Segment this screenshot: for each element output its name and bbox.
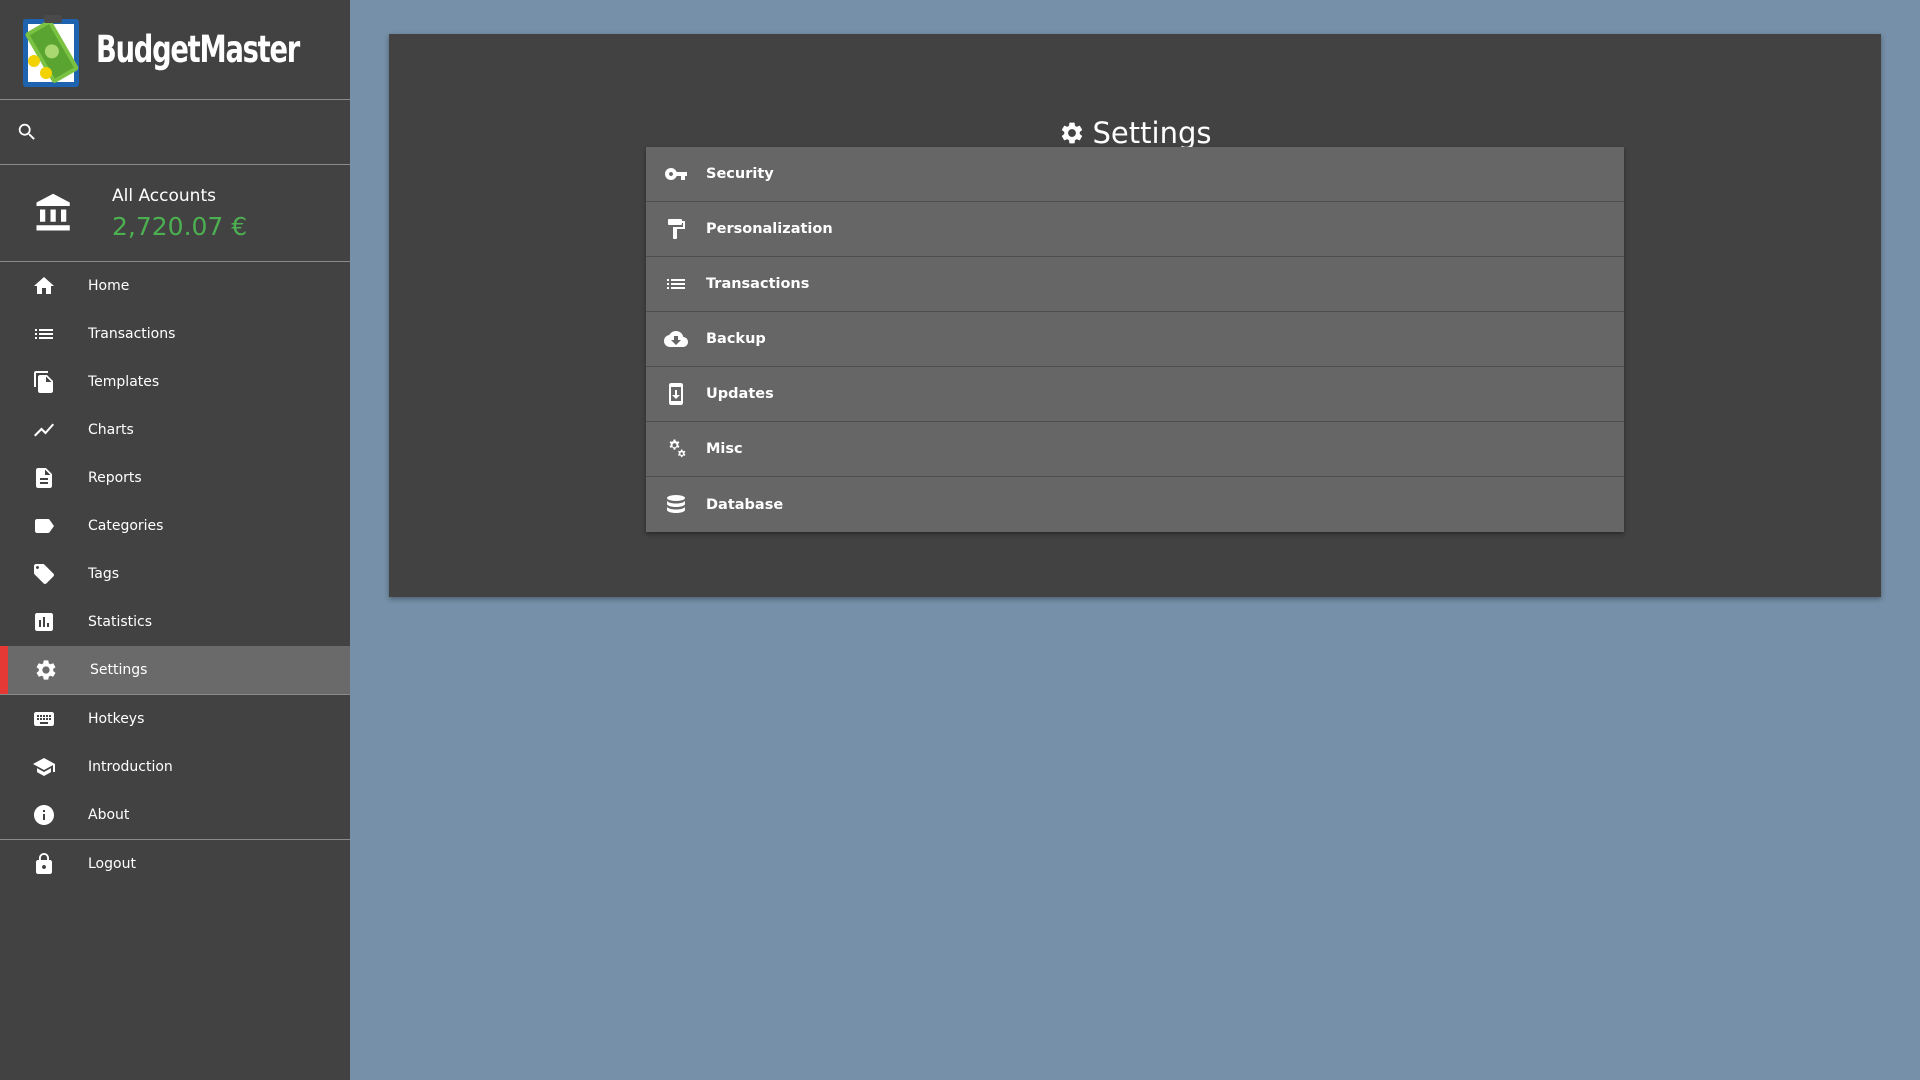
settings-card: Settings Security Personalization Transa… — [389, 34, 1881, 597]
label-icon — [32, 514, 56, 538]
sidebar-item-home[interactable]: Home — [0, 262, 350, 310]
settings-item-security[interactable]: Security — [646, 147, 1624, 202]
account-balance: 2,720.07 € — [112, 211, 248, 241]
search-input[interactable] — [48, 111, 336, 153]
system-update-icon — [664, 382, 688, 406]
sidebar-item-label: Reports — [88, 470, 142, 486]
sidebar-item-statistics[interactable]: Statistics — [0, 598, 350, 646]
sidebar-item-logout[interactable]: Logout — [0, 840, 350, 888]
school-icon — [32, 755, 56, 779]
search-bar — [0, 100, 350, 165]
sidebar-item-label: Logout — [88, 856, 136, 872]
list-icon — [32, 322, 56, 346]
settings-item-database[interactable]: Database — [646, 477, 1624, 532]
sidebar-item-label: Categories — [88, 518, 164, 534]
sidebar-item-settings[interactable]: Settings — [0, 646, 350, 694]
gear-icon — [1059, 120, 1085, 146]
key-icon — [664, 162, 688, 186]
sidebar-item-label: Home — [88, 278, 130, 294]
bank-icon — [33, 192, 75, 234]
sidebar-item-tags[interactable]: Tags — [0, 550, 350, 598]
tag-icon — [32, 562, 56, 586]
sidebar-nav: Home Transactions Templates Charts Repor… — [0, 262, 350, 888]
sidebar-item-about[interactable]: About — [0, 791, 350, 839]
settings-item-label: Backup — [706, 331, 766, 347]
cloud-download-icon — [664, 327, 688, 351]
settings-item-misc[interactable]: Misc — [646, 422, 1624, 477]
document-icon — [32, 466, 56, 490]
app-name: BudgetMaster — [96, 28, 300, 71]
brand-header[interactable]: BudgetMaster — [0, 0, 350, 100]
sidebar-item-label: Introduction — [88, 759, 173, 775]
sidebar-item-label: Transactions — [88, 326, 176, 342]
settings-item-backup[interactable]: Backup — [646, 312, 1624, 367]
sidebar-item-categories[interactable]: Categories — [0, 502, 350, 550]
sidebar-item-transactions[interactable]: Transactions — [0, 310, 350, 358]
sidebar-item-introduction[interactable]: Introduction — [0, 743, 350, 791]
lock-icon — [32, 852, 56, 876]
settings-item-label: Personalization — [706, 221, 833, 237]
sidebar-item-templates[interactable]: Templates — [0, 358, 350, 406]
sidebar-item-label: Hotkeys — [88, 711, 145, 727]
settings-item-label: Misc — [706, 441, 743, 457]
page-title: Settings — [389, 116, 1881, 150]
gears-icon — [664, 437, 688, 461]
settings-item-personalization[interactable]: Personalization — [646, 202, 1624, 257]
line-chart-icon — [32, 418, 56, 442]
settings-section-list: Security Personalization Transactions Ba… — [646, 147, 1624, 532]
sidebar-item-label: Tags — [88, 566, 119, 582]
sidebar-item-hotkeys[interactable]: Hotkeys — [0, 695, 350, 743]
sidebar-item-reports[interactable]: Reports — [0, 454, 350, 502]
sidebar-item-label: About — [88, 807, 130, 823]
sidebar-item-label: Statistics — [88, 614, 152, 630]
database-icon — [664, 493, 688, 517]
home-icon — [32, 274, 56, 298]
sidebar-item-label: Templates — [88, 374, 160, 390]
paint-roller-icon — [664, 217, 688, 241]
settings-item-label: Updates — [706, 386, 774, 402]
settings-item-label: Transactions — [706, 276, 810, 292]
sidebar-item-label: Settings — [90, 662, 148, 678]
settings-item-updates[interactable]: Updates — [646, 367, 1624, 422]
account-name: All Accounts — [112, 185, 216, 206]
bar-chart-icon — [32, 610, 56, 634]
sidebar: BudgetMaster All Accounts 2,720.07 € Hom… — [0, 0, 350, 1080]
sidebar-item-charts[interactable]: Charts — [0, 406, 350, 454]
settings-item-label: Database — [706, 496, 784, 513]
gear-icon — [34, 658, 58, 682]
app-logo[interactable] — [20, 9, 88, 91]
search-icon[interactable] — [16, 121, 38, 143]
file-copy-icon — [32, 370, 56, 394]
list-icon — [664, 272, 688, 296]
settings-item-label: Security — [706, 166, 774, 182]
sidebar-item-label: Charts — [88, 422, 134, 438]
info-icon — [32, 803, 56, 827]
settings-item-transactions[interactable]: Transactions — [646, 257, 1624, 312]
keyboard-icon — [32, 707, 56, 731]
account-selector[interactable]: All Accounts 2,720.07 € — [0, 165, 350, 262]
page-title-text: Settings — [1092, 116, 1212, 150]
